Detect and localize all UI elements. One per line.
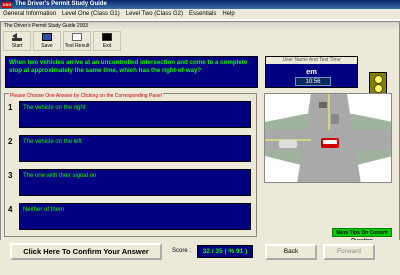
menu-essentials[interactable]: Essentials [186, 11, 219, 17]
save-label: Save [41, 43, 53, 49]
answer-number: 2 [8, 137, 13, 146]
user-info-panel: User Name And Test Time em 10:56 [265, 56, 358, 88]
test-result-button[interactable]: Test Result [63, 31, 91, 51]
answer-option-1[interactable]: The vehicle on the right [19, 101, 251, 128]
menu-level-two[interactable]: Level Two (Class G2) [123, 11, 186, 17]
answer-row: 2 The vehicle on the left [7, 132, 256, 162]
answer-row: 1 The vehicle on the right [7, 98, 256, 128]
back-button[interactable]: Back [265, 244, 317, 260]
traffic-lamp-middle [373, 84, 383, 93]
confirm-answer-button[interactable]: Click Here To Confirm Your Answer [10, 243, 162, 260]
exit-label: Exit [102, 43, 112, 49]
exit-button[interactable]: Exit [93, 31, 121, 51]
answers-panel: Please Choose One Answer by Clicking on … [4, 93, 257, 237]
answer-row: 3 The one with their signal on [7, 166, 256, 196]
bottom-bar: Click Here To Confirm Your Answer Score … [0, 240, 400, 275]
score-value: 32 / 35 ( % 91 ) [197, 245, 253, 258]
answer-option-3[interactable]: The one with their signal on [19, 169, 251, 196]
title-bar: DSG The Driver's Permit Study Guide [0, 0, 400, 9]
traffic-lamp-top [373, 75, 383, 84]
user-name: em [306, 67, 317, 76]
app-logo-icon: DSG [2, 1, 12, 8]
menu-general-information[interactable]: General Information [0, 11, 59, 17]
answer-number: 4 [8, 205, 13, 214]
answer-option-2[interactable]: The vehicle on the left [19, 135, 251, 162]
intersection-illustration [264, 93, 392, 183]
answer-row: 4 Neither of them [7, 200, 256, 230]
window-title: The Driver's Permit Study Guide [15, 1, 107, 7]
answer-number: 3 [8, 171, 13, 180]
menu-help[interactable]: Help [219, 11, 237, 17]
start-label: Start [11, 43, 23, 49]
test-result-label: Test Result [64, 43, 90, 49]
user-info-caption: User Name And Test Time [266, 57, 357, 64]
tool-window-title: The Driver's Permit Study Guide 2003 [1, 22, 399, 30]
start-button[interactable]: Start [3, 31, 31, 51]
answer-option-4[interactable]: Neither of them [19, 203, 251, 230]
question-panel: When two vehicles arrive at an uncontrol… [5, 56, 258, 88]
score-label: Score : [172, 248, 192, 254]
menu-bar: General Information Level One (Class G1)… [0, 9, 400, 20]
exit-icon [102, 33, 112, 41]
test-result-icon [72, 33, 82, 41]
menu-level-one[interactable]: Level One (Class G1) [59, 11, 123, 17]
save-button[interactable]: Save [33, 31, 61, 51]
start-icon [12, 33, 22, 41]
toolbar: Start Save Test Result Exit [3, 31, 121, 53]
forward-button[interactable]: Forward [323, 244, 375, 260]
answer-number: 1 [8, 103, 13, 112]
save-icon [42, 33, 52, 41]
more-tips-button[interactable]: More Tips On Current Question [332, 228, 392, 244]
test-timer: 10:56 [295, 77, 331, 86]
intersection-image [265, 94, 391, 182]
